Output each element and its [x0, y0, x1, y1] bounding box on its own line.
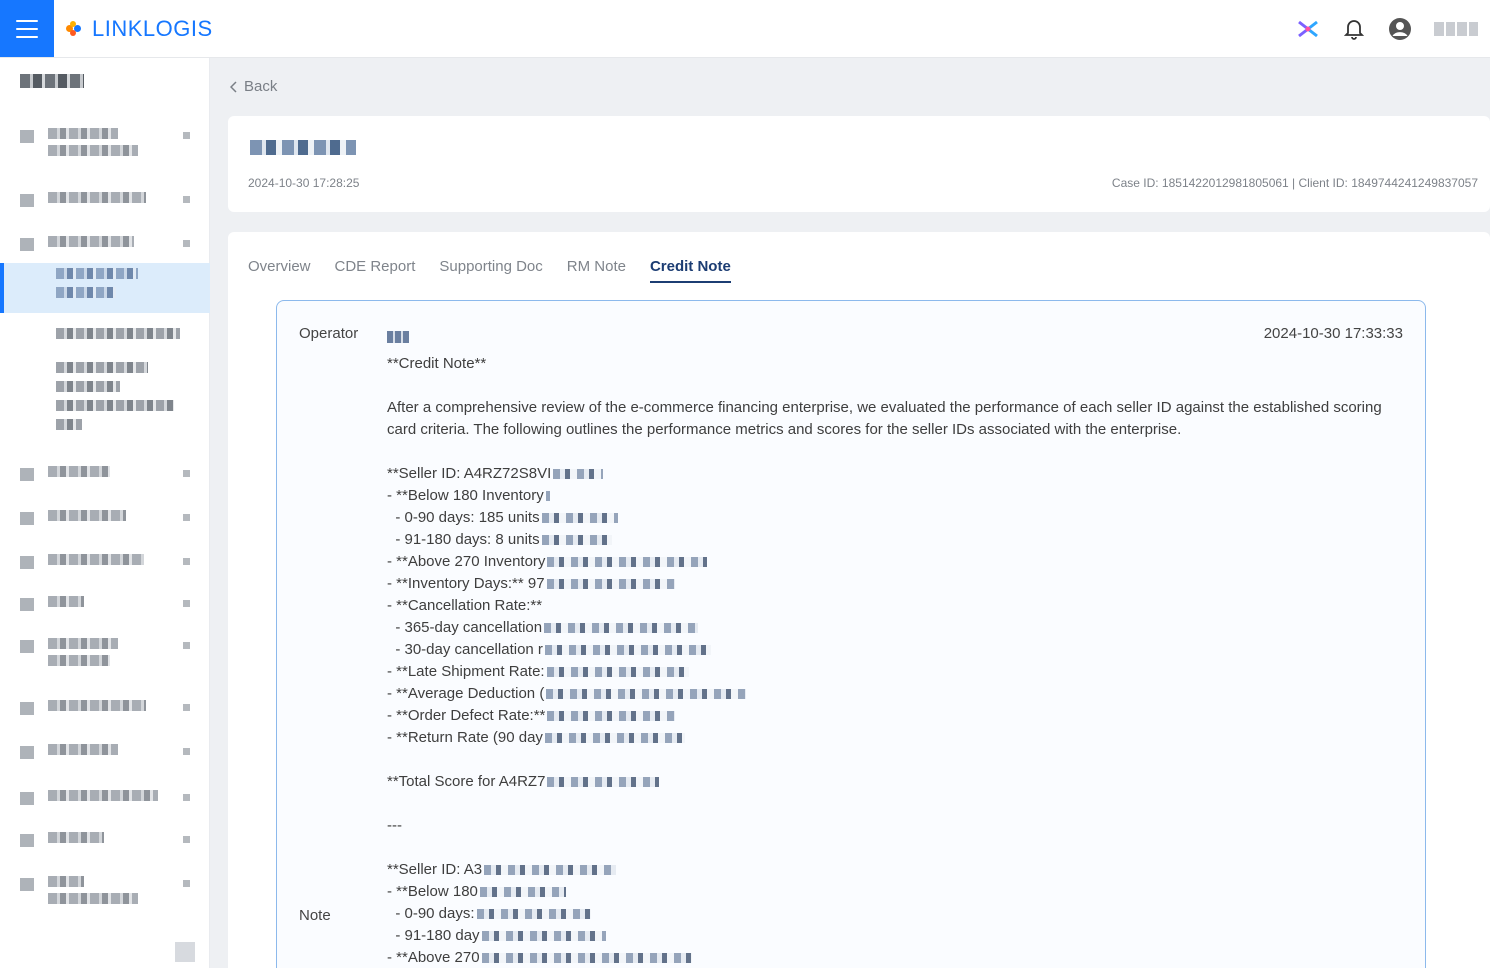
note-line: - **Return Rate (90 day — [387, 727, 1407, 749]
sidebar-item-icon — [20, 468, 34, 481]
sidebar-item[interactable] — [0, 744, 210, 759]
note-line: - 91-180 days: 8 units — [387, 529, 1407, 551]
sidebar-item-icon — [20, 834, 34, 847]
top-bar: LINKLOGIS — [0, 0, 1490, 58]
sidebar-item[interactable] — [0, 510, 210, 525]
brand-logo[interactable]: LINKLOGIS — [66, 16, 213, 42]
note-body: **Credit Note** After a comprehensive re… — [387, 353, 1407, 968]
note-timestamp: 2024-10-30 17:33:33 — [1263, 325, 1403, 342]
note-heading: **Credit Note** — [387, 355, 487, 372]
note-line: - **Below 180 Inventory — [387, 485, 1407, 507]
note-line: - 91-180 day — [387, 925, 1407, 947]
sidebar-item[interactable] — [0, 832, 210, 847]
operator-name — [387, 331, 409, 343]
sidebar-subitem-active[interactable] — [56, 268, 138, 298]
note-line: - **Average Deduction ( — [387, 683, 1407, 705]
chevron-icon — [183, 794, 190, 801]
chevron-icon — [183, 642, 190, 649]
sidebar-item[interactable] — [0, 638, 210, 666]
logo-icon — [66, 20, 82, 37]
operator-label: Operator — [299, 325, 359, 342]
content-card: Overview CDE Report Supporting Doc RM No… — [228, 232, 1490, 968]
sidebar-subitem[interactable] — [56, 328, 180, 339]
note-line: - 0-90 days: — [387, 903, 1407, 925]
case-date: 2024-10-30 17:28:25 — [248, 176, 360, 190]
sidebar-item[interactable] — [0, 790, 210, 805]
chevron-icon — [183, 600, 190, 607]
note-line: - **Inventory Days:** 97 — [387, 573, 1407, 595]
back-label: Back — [244, 78, 278, 95]
user-name[interactable] — [1434, 21, 1478, 36]
sidebar-header — [20, 74, 84, 88]
credit-note-card: Operator 2024-10-30 17:33:33 Note **Cred… — [276, 300, 1426, 968]
note-line: - **Cancellation Rate:** — [387, 597, 543, 614]
sidebar-subitem[interactable] — [56, 362, 174, 430]
sidebar — [0, 58, 210, 968]
case-ids: Case ID: 1851422012981805061 | Client ID… — [1111, 176, 1478, 190]
note-line: - 30-day cancellation r — [387, 639, 1407, 661]
chevron-icon — [183, 558, 190, 565]
sidebar-item-icon — [20, 878, 34, 891]
sidebar-item[interactable] — [0, 876, 210, 904]
chevron-left-icon — [230, 80, 237, 93]
chevron-icon — [183, 704, 190, 711]
sidebar-item[interactable] — [0, 700, 210, 715]
sidebar-item-icon — [20, 238, 34, 251]
sidebar-item-icon — [20, 194, 34, 207]
sidebar-item-icon — [20, 746, 34, 759]
case-header: 2024-10-30 17:28:25 Case ID: 18514220129… — [228, 116, 1490, 212]
sidebar-item[interactable] — [0, 236, 210, 251]
tab-supporting-doc[interactable]: Supporting Doc — [439, 258, 542, 283]
sidebar-item-icon — [20, 512, 34, 525]
tab-overview[interactable]: Overview — [248, 258, 311, 283]
collapse-sidebar-icon[interactable] — [175, 942, 195, 962]
sidebar-item[interactable] — [0, 128, 210, 156]
case-title — [250, 140, 356, 155]
sidebar-item[interactable] — [0, 466, 210, 481]
tab-credit-note[interactable]: Credit Note — [649, 258, 731, 283]
menu-icon — [16, 19, 38, 38]
note-line: - **Late Shipment Rate: — [387, 661, 1407, 683]
tab-rm-note[interactable]: RM Note — [567, 258, 626, 283]
note-line: - **Below 180 — [387, 881, 1407, 903]
chevron-icon — [183, 514, 190, 521]
sidebar-item-icon — [20, 702, 34, 715]
user-icon[interactable] — [1388, 17, 1412, 41]
note-separator: --- — [387, 817, 402, 834]
note-line: **Seller ID: A4RZ72S8VI — [387, 463, 1407, 485]
note-intro: After a comprehensive review of the e-co… — [387, 399, 1382, 438]
note-label: Note — [299, 907, 331, 924]
note-line: - **Above 270 — [387, 947, 1407, 968]
note-line: - **Order Defect Rate:** — [387, 705, 1407, 727]
sidebar-item-icon — [20, 640, 34, 653]
chevron-icon — [183, 748, 190, 755]
chevron-icon — [183, 880, 190, 887]
sidebar-item[interactable] — [0, 596, 210, 611]
tab-cde-report[interactable]: CDE Report — [335, 258, 416, 283]
sidebar-item[interactable] — [0, 192, 210, 207]
bell-icon[interactable] — [1342, 17, 1366, 41]
chevron-icon — [183, 196, 190, 203]
note-line: **Seller ID: A3 — [387, 859, 1407, 881]
brand-name: LINKLOGIS — [92, 15, 213, 41]
sidebar-item[interactable] — [0, 554, 210, 569]
sidebar-item-icon — [20, 130, 34, 143]
note-line: - 365-day cancellation — [387, 617, 1407, 639]
chevron-icon — [183, 470, 190, 477]
menu-button[interactable] — [0, 0, 54, 57]
chevron-icon — [183, 240, 190, 247]
tab-bar: Overview CDE Report Supporting Doc RM No… — [248, 258, 731, 283]
sidebar-item-icon — [20, 792, 34, 805]
back-link[interactable]: Back — [230, 78, 277, 95]
note-line: - **Above 270 Inventory — [387, 551, 1407, 573]
app-switch-icon[interactable] — [1296, 17, 1320, 41]
note-line: - 0-90 days: 185 units — [387, 507, 1407, 529]
sidebar-item-icon — [20, 556, 34, 569]
note-line: **Total Score for A4RZ7 — [387, 771, 1407, 793]
chevron-icon — [183, 132, 190, 139]
chevron-icon — [183, 836, 190, 843]
sidebar-item-icon — [20, 598, 34, 611]
